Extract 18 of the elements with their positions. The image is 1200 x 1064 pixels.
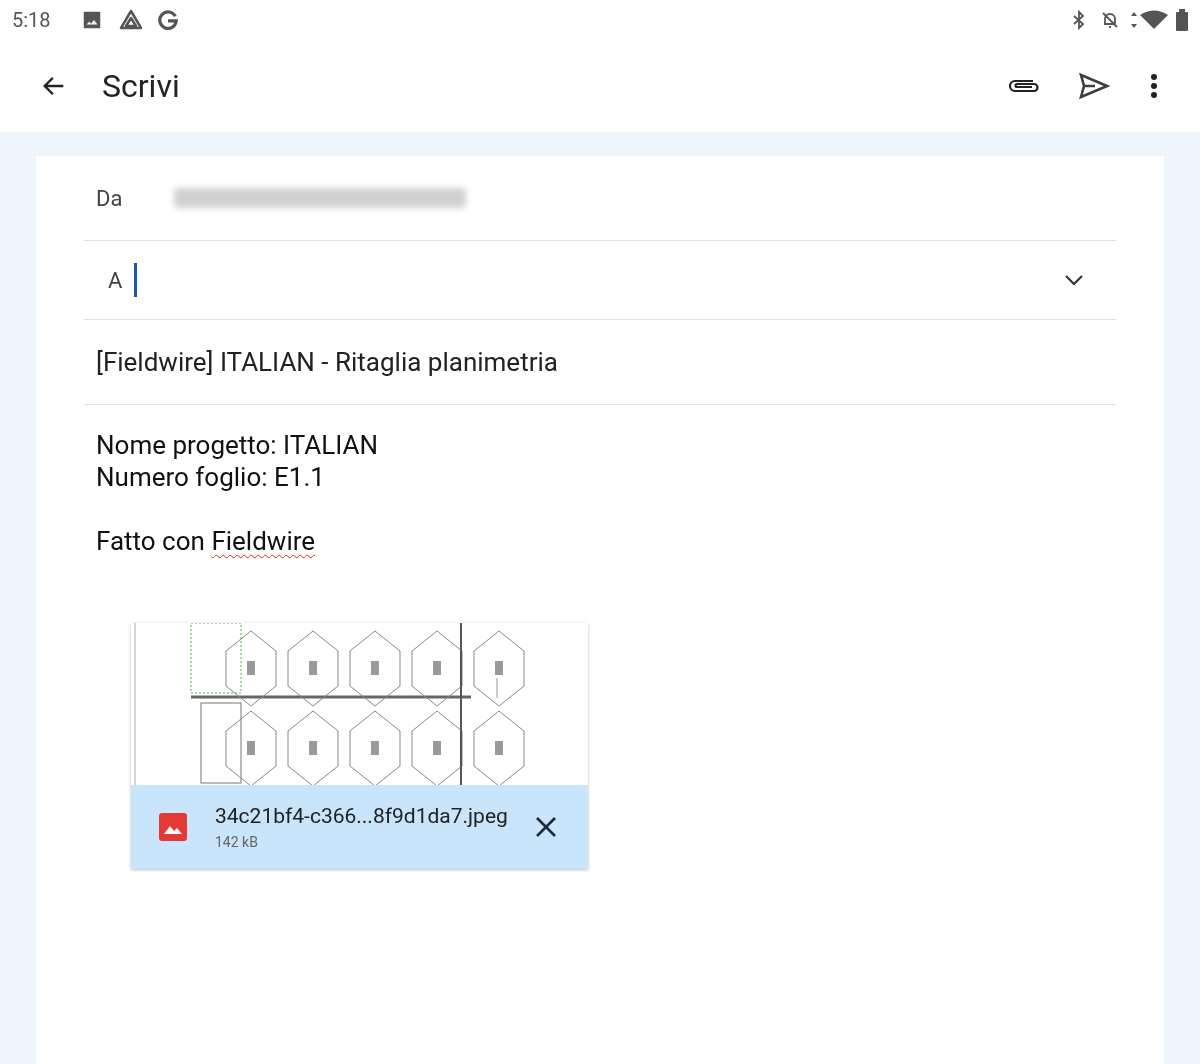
send-icon xyxy=(1078,72,1110,100)
from-label: Da xyxy=(96,184,123,213)
subject-field[interactable]: [Fieldwire] ITALIAN - Ritaglia planimetria xyxy=(96,342,558,382)
message-body[interactable]: Nome progetto: ITALIAN Numero foglio: E1.1 Fatto con Fieldwire xyxy=(84,405,1116,557)
to-label: A xyxy=(108,266,123,295)
attachment-file-name: 34c21bf4-c366...8f9d1da7.jpeg xyxy=(215,802,509,830)
status-time: 5:18 xyxy=(12,7,51,34)
close-icon xyxy=(535,816,557,838)
more-icon xyxy=(1150,73,1158,99)
bluetooth-icon xyxy=(1072,10,1086,30)
image-icon xyxy=(159,813,187,841)
muted-bell-icon xyxy=(1100,10,1120,30)
app-bar-title: Scrivi xyxy=(102,66,180,107)
triangle-icon xyxy=(118,9,143,31)
chevron-down-icon xyxy=(1064,274,1084,286)
attachment-size: 142 kB xyxy=(215,833,259,853)
battery-icon xyxy=(1176,9,1188,31)
g-logo-icon xyxy=(156,9,179,31)
